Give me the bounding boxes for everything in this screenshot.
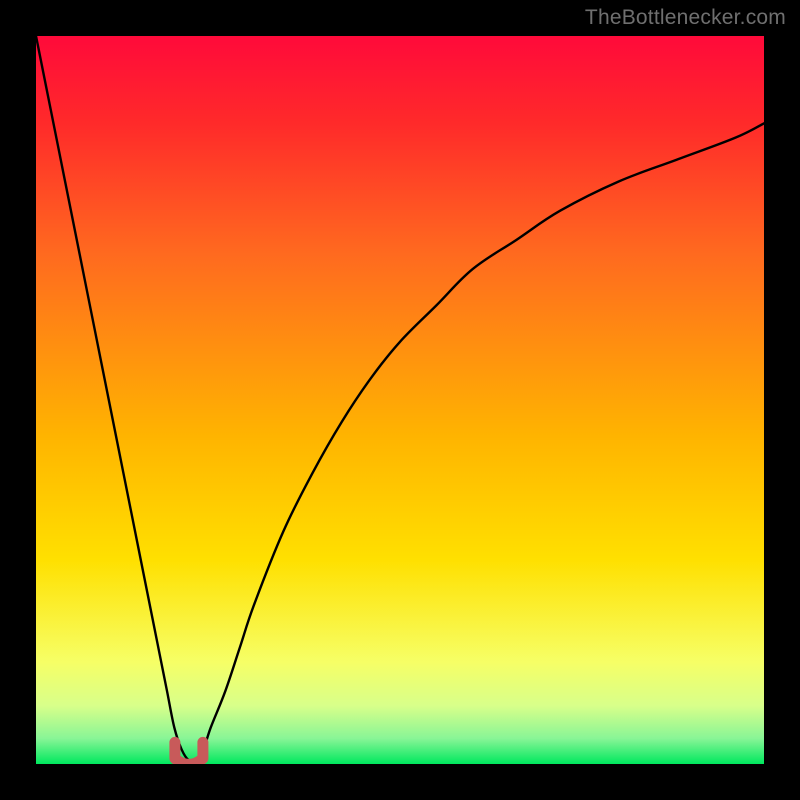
plot-svg — [36, 36, 764, 764]
bottleneck-plot — [36, 36, 764, 764]
gradient-background — [36, 36, 764, 764]
attribution-label: TheBottlenecker.com — [585, 6, 786, 30]
chart-frame: TheBottlenecker.com — [0, 0, 800, 800]
